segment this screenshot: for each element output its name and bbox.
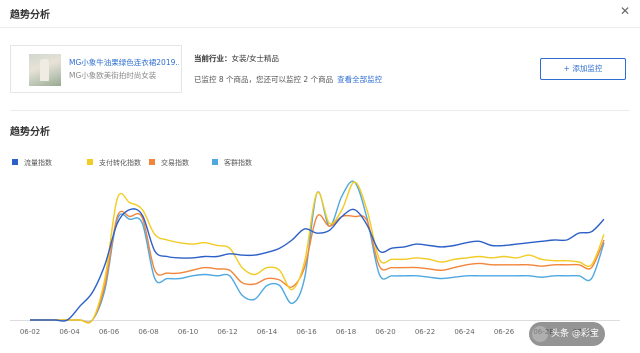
section-divider [10,110,630,111]
legend-swatch-2 [87,159,93,165]
x-tick-label: 06-08 [138,328,158,336]
x-tick-label: 06-14 [257,328,278,336]
industry-value: 女装/女士精品 [231,54,280,63]
x-tick-label: 06-20 [375,328,395,336]
series-line-2 [29,181,605,324]
x-tick-label: 06-04 [59,328,80,336]
legend-swatch-4 [212,159,218,165]
x-tick-label: 06-12 [217,328,237,336]
legend-label-2: 支付转化指数 [99,159,141,167]
product-title-link[interactable]: MG小象牛油果绿色连衣裙2019... [69,57,179,68]
legend-swatch-3 [149,159,155,165]
monitor-info: 已监控 8 个商品，您还可以监控 2 个商品 查看全部监控 [194,74,382,85]
legend-label-4: 客群指数 [224,159,252,167]
industry-label: 当前行业： [194,54,232,63]
watermark-logo-icon [532,325,548,342]
watermark-text: 头条 @彩宝 [551,329,599,339]
x-tick-label: 06-24 [454,328,475,336]
header-divider [0,27,640,28]
trend-section-title: 趋势分析 [10,127,50,138]
legend-label-3: 交易指数 [161,159,189,167]
monitor-count-text: 已监控 8 个商品，您还可以监控 2 个商品 [194,75,334,84]
legend-label-1: 流量指数 [24,159,52,167]
legend-item-1[interactable]: 流量指数 [12,158,52,168]
x-tick-label: 06-06 [99,328,120,336]
watermark: 头条 @彩宝 [529,322,605,346]
x-tick-label: 06-02 [20,328,40,336]
close-icon[interactable]: ✕ [620,4,630,18]
view-all-monitors-link[interactable]: 查看全部监控 [337,75,382,84]
industry-info: 当前行业：女装/女士精品 [194,53,279,64]
product-thumbnail[interactable] [29,54,61,86]
x-tick-label: 06-16 [296,328,317,336]
legend-item-4[interactable]: 客群指数 [212,158,252,168]
page-title: 趋势分析 [10,10,50,21]
product-card[interactable]: MG小象牛油果绿色连衣裙2019... MG小象欧美街拍时尚女装 [10,45,182,93]
product-shop-name: MG小象欧美街拍时尚女装 [69,71,157,80]
x-tick-label: 06-10 [178,328,198,336]
x-tick-label: 06-26 [494,328,515,336]
x-tick-label: 06-18 [336,328,356,336]
legend-swatch-1 [12,159,18,165]
x-tick-label: 06-22 [415,328,435,336]
add-monitor-button[interactable]: + 添加监控 [540,58,626,80]
legend-item-2[interactable]: 支付转化指数 [87,158,141,168]
legend-item-3[interactable]: 交易指数 [149,158,189,168]
